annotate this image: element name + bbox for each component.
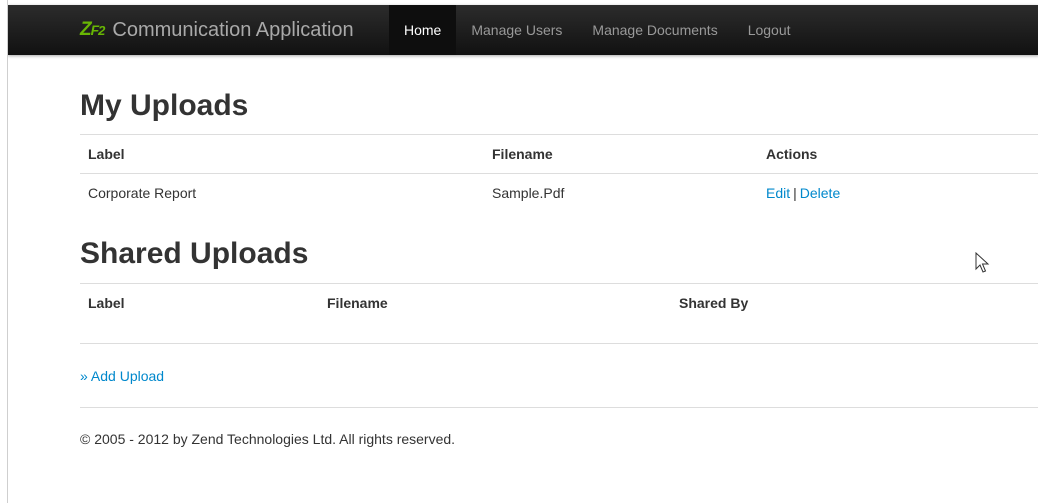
delete-link[interactable]: Delete — [800, 185, 840, 201]
add-upload-link[interactable]: » Add Upload — [80, 368, 164, 384]
table-row: Corporate Report Sample.Pdf Edit | Delete — [80, 173, 1038, 212]
zf2-logo-icon: ZF2 — [80, 19, 105, 40]
main-nav: Home Manage Users Manage Documents Logou… — [389, 5, 806, 55]
cell-actions: Edit | Delete — [758, 173, 1038, 212]
shared-uploads-table: Label Filename Shared By — [80, 283, 1038, 339]
table-bottom-divider — [80, 343, 1038, 344]
nav-home[interactable]: Home — [389, 5, 457, 55]
table-header-row: Label Filename Shared By — [80, 283, 1038, 322]
brand-title: Communication Application — [112, 18, 354, 41]
nav-logout[interactable]: Logout — [733, 5, 806, 55]
edit-link[interactable]: Edit — [766, 185, 790, 201]
empty-row — [80, 322, 1038, 339]
column-header-label: Label — [80, 134, 484, 174]
column-header-label: Label — [80, 283, 319, 322]
brand-link[interactable]: ZF2 Communication Application — [80, 5, 354, 55]
my-uploads-table: Label Filename Actions Corporate Report … — [80, 134, 1038, 212]
browser-viewport: ZF2 Communication Application Home Manag… — [7, 0, 1038, 503]
column-header-filename: Filename — [319, 283, 671, 322]
column-header-actions: Actions — [758, 134, 1038, 174]
column-header-filename: Filename — [484, 134, 758, 174]
nav-manage-documents[interactable]: Manage Documents — [577, 5, 732, 55]
cell-filename: Sample.Pdf — [484, 173, 758, 212]
footer-copyright: © 2005 - 2012 by Zend Technologies Ltd. … — [80, 431, 456, 447]
action-separator: | — [793, 185, 797, 201]
my-uploads-heading: My Uploads — [80, 89, 249, 122]
column-header-shared-by: Shared By — [671, 283, 1038, 322]
arrow-pointer-icon — [975, 252, 990, 273]
nav-manage-users[interactable]: Manage Users — [456, 5, 577, 55]
shared-uploads-heading: Shared Uploads — [80, 237, 309, 270]
top-navbar: ZF2 Communication Application Home Manag… — [8, 5, 1038, 55]
footer-divider — [80, 407, 1038, 408]
cell-label: Corporate Report — [80, 173, 484, 212]
table-header-row: Label Filename Actions — [80, 134, 1038, 174]
